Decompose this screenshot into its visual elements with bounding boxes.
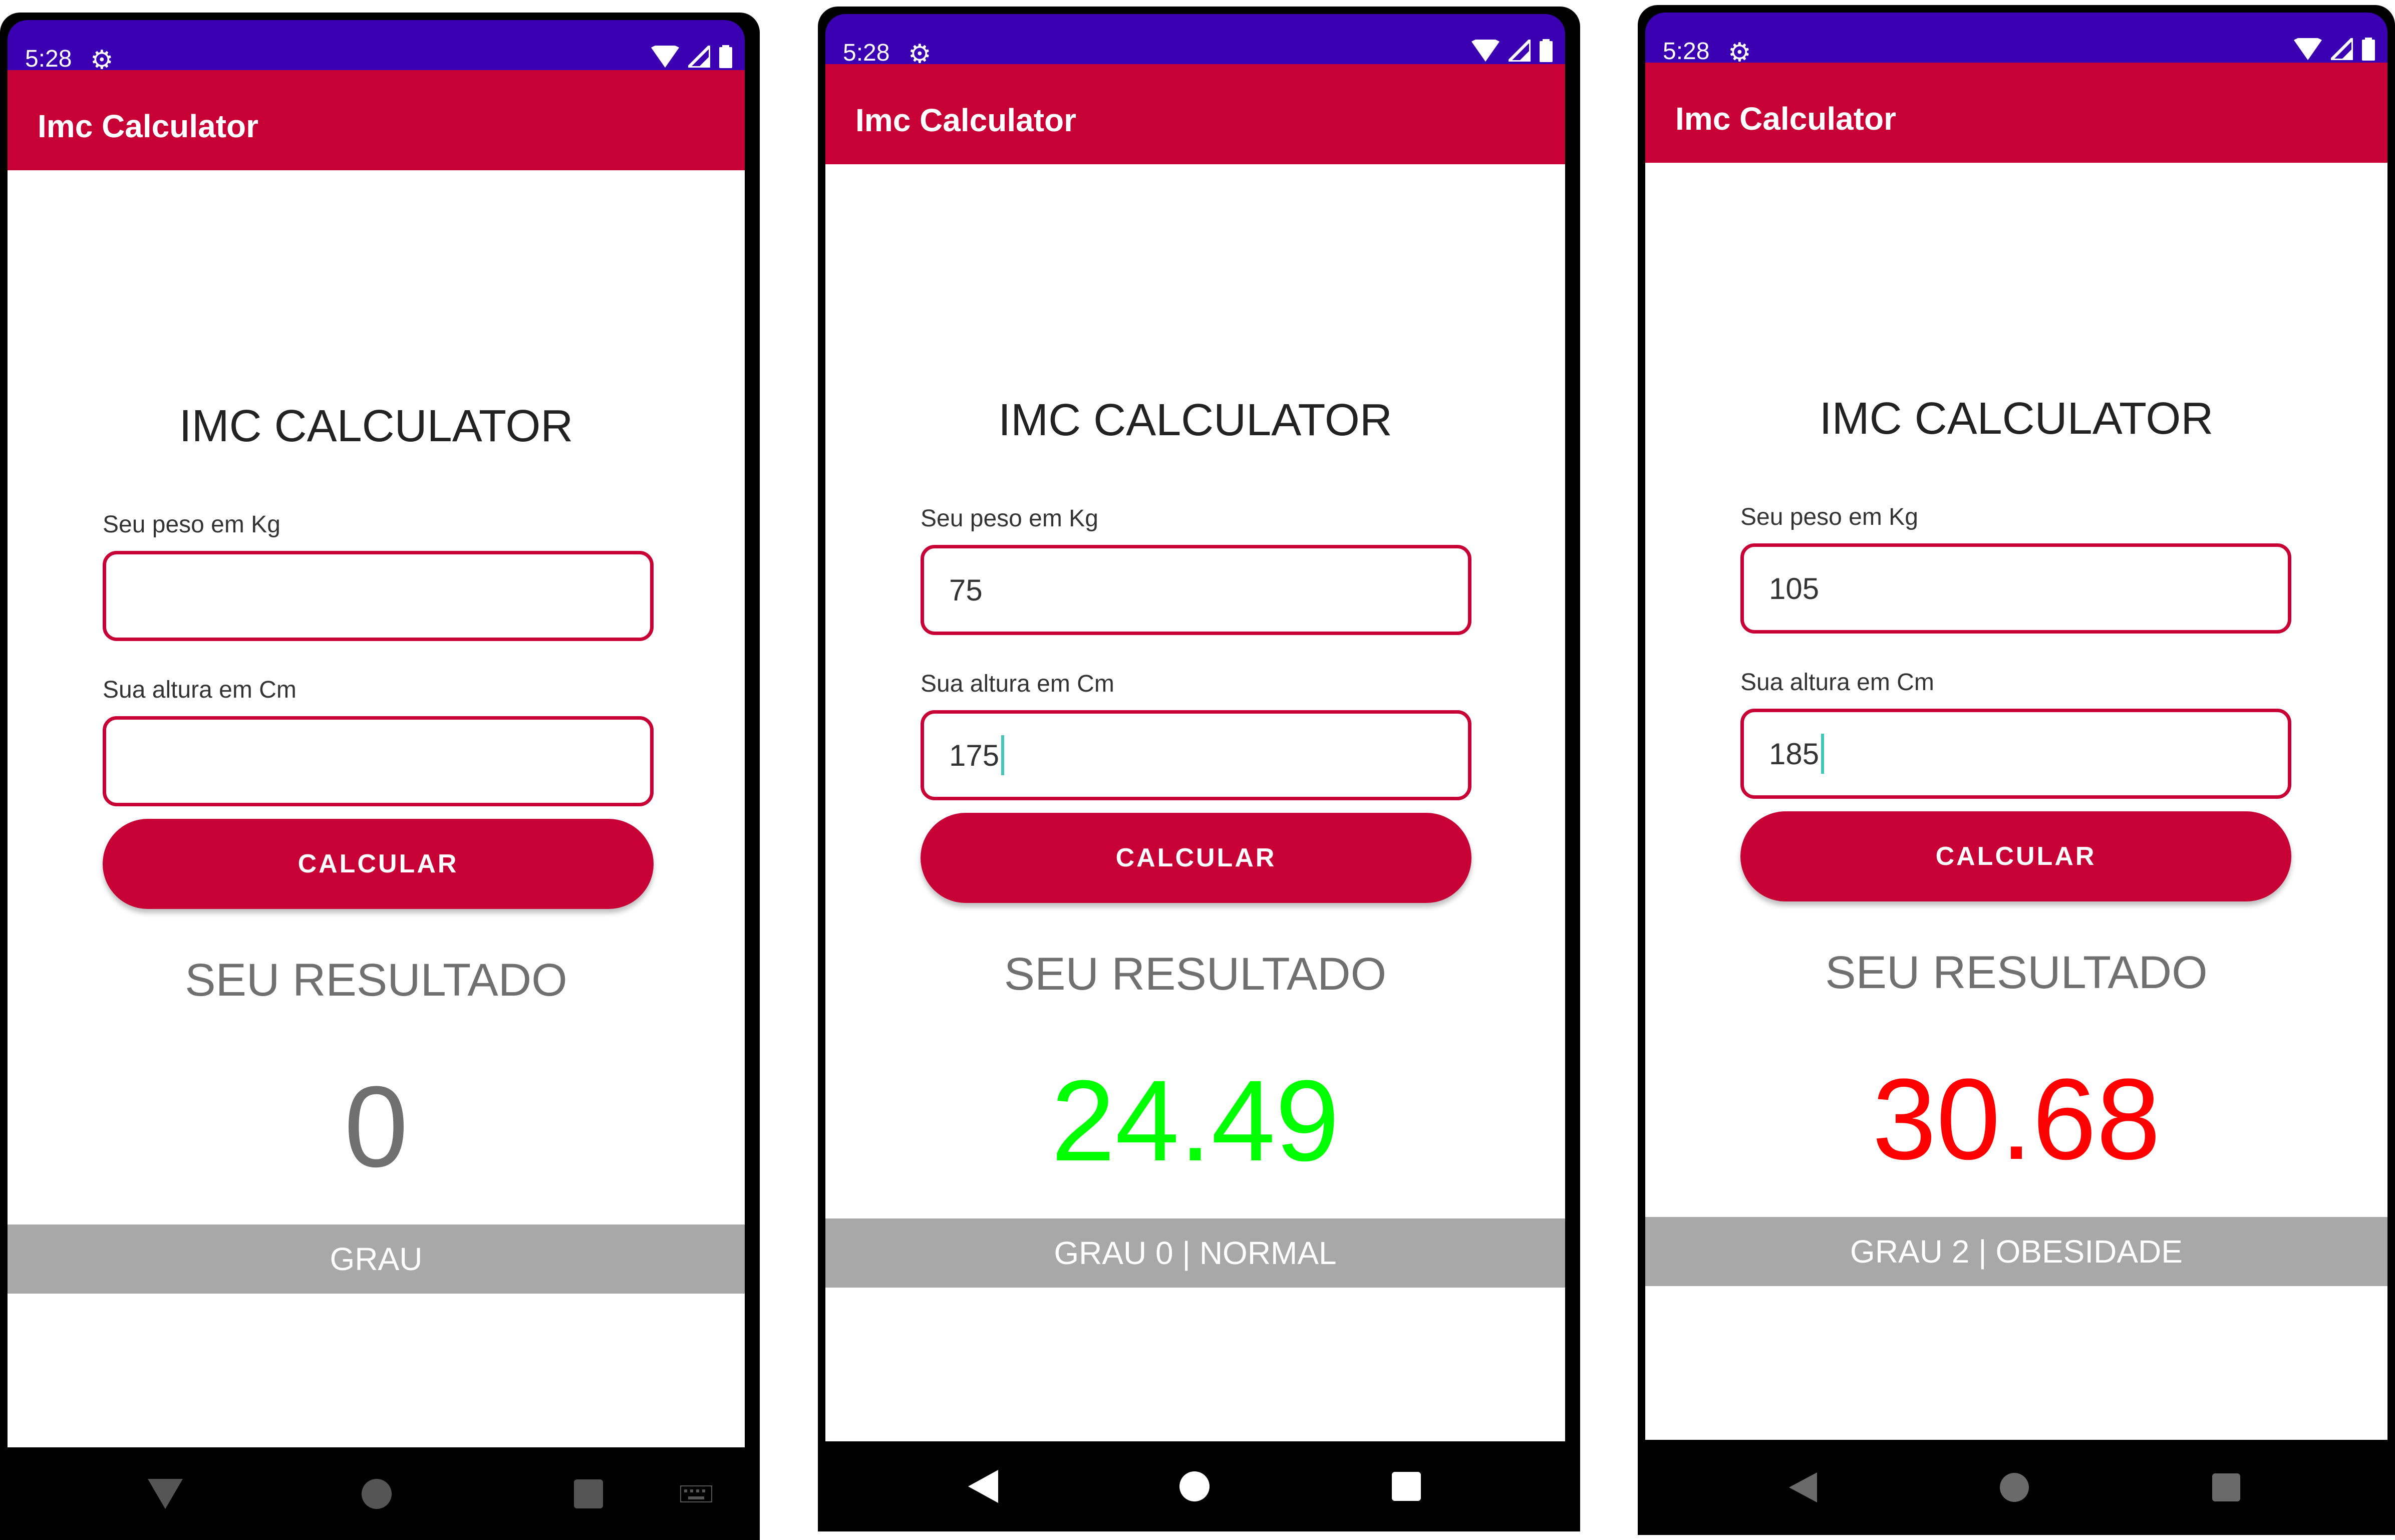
back-icon[interactable] [148, 1478, 183, 1509]
result-value: 24.49 [1051, 1056, 1340, 1185]
calcular-button[interactable]: CALCULAR [103, 819, 654, 909]
weight-label: Seu peso em Kg [1740, 504, 1918, 530]
main-content: IMC CALCULATOR Seu peso em Kg 105 Sua al… [1645, 163, 2387, 1440]
phone-screen-3: 5:28 ⚙ Imc Calculator IMC CALCULATOR Seu… [1638, 5, 2395, 1535]
result-value: 0 [344, 1062, 408, 1191]
app-title: Imc Calculator [38, 108, 259, 144]
wifi-icon [2294, 38, 2322, 60]
weight-input[interactable] [103, 551, 654, 641]
weight-value: 75 [949, 573, 983, 607]
weight-label: Seu peso em Kg [103, 511, 280, 538]
recents-icon[interactable] [2212, 1473, 2240, 1501]
signal-icon [1509, 40, 1531, 62]
battery-icon [2362, 38, 2375, 61]
grade-bar: GRAU 0 | NORMAL [825, 1218, 1565, 1288]
height-value: 185 [1769, 737, 1820, 771]
grade-bar: GRAU 2 | OBESIDADE [1645, 1217, 2387, 1286]
calcular-button[interactable]: CALCULAR [1740, 811, 2291, 901]
status-bar: 5:28 ⚙ [8, 20, 745, 75]
keyboard-icon[interactable] [680, 1485, 712, 1502]
grade-bar: GRAU [8, 1224, 745, 1294]
status-icons [651, 45, 732, 68]
battery-icon [719, 45, 732, 68]
app-bar: Imc Calculator [1645, 63, 2387, 163]
status-time: 5:28 [843, 40, 890, 66]
signal-icon [688, 46, 710, 68]
app-title: Imc Calculator [855, 102, 1077, 138]
status-bar: 5:28 ⚙ [825, 14, 1565, 69]
result-label: SEU RESULTADO [1004, 949, 1387, 1000]
result-value: 30.68 [1872, 1055, 2161, 1183]
height-value: 175 [949, 738, 1000, 772]
page-heading: IMC CALCULATOR [1819, 394, 2214, 444]
weight-input[interactable]: 105 [1740, 543, 2291, 634]
height-input[interactable] [103, 716, 654, 806]
weight-label: Seu peso em Kg [921, 505, 1098, 532]
nav-bar [0, 1447, 760, 1540]
weight-input[interactable]: 75 [921, 545, 1471, 635]
app-bar: Imc Calculator [825, 64, 1565, 164]
battery-icon [1540, 39, 1553, 62]
status-icons [1471, 39, 1553, 62]
result-label: SEU RESULTADO [1825, 947, 2208, 998]
main-content: IMC CALCULATOR Seu peso em Kg Sua altura… [8, 170, 745, 1447]
recents-icon[interactable] [574, 1479, 603, 1508]
result-label: SEU RESULTADO [185, 955, 567, 1006]
status-icons [2294, 38, 2375, 61]
page-heading: IMC CALCULATOR [998, 395, 1392, 445]
phone-screen-1: 5:28 ⚙ Imc Calculator IMC CALCULATOR Seu… [0, 13, 760, 1540]
calcular-button[interactable]: CALCULAR [921, 813, 1471, 903]
back-icon[interactable] [1789, 1472, 1817, 1502]
home-icon[interactable] [1179, 1471, 1210, 1501]
phone-screen-2: 5:28 ⚙ Imc Calculator IMC CALCULATOR Seu… [818, 7, 1580, 1531]
recents-icon[interactable] [1392, 1472, 1421, 1501]
wifi-icon [651, 46, 679, 68]
height-label: Sua altura em Cm [921, 671, 1114, 697]
back-icon[interactable] [968, 1470, 998, 1503]
app-bar: Imc Calculator [8, 70, 745, 170]
height-input[interactable]: 175 [921, 710, 1471, 800]
status-bar: 5:28 ⚙ [1645, 13, 2387, 67]
height-input[interactable]: 185 [1740, 709, 2291, 799]
weight-value: 105 [1769, 571, 1820, 605]
nav-bar [818, 1441, 1580, 1531]
height-label: Sua altura em Cm [1740, 669, 1934, 696]
text-cursor [1821, 734, 1825, 774]
status-time: 5:28 [1663, 38, 1710, 65]
status-time: 5:28 [25, 46, 72, 72]
text-cursor [1001, 735, 1005, 775]
page-heading: IMC CALCULATOR [179, 401, 573, 451]
nav-bar [1638, 1440, 2395, 1535]
signal-icon [2331, 38, 2353, 60]
main-content: IMC CALCULATOR Seu peso em Kg 75 Sua alt… [825, 164, 1565, 1441]
wifi-icon [1471, 40, 1500, 62]
home-icon[interactable] [362, 1478, 392, 1509]
app-title: Imc Calculator [1675, 101, 1897, 137]
height-label: Sua altura em Cm [103, 677, 296, 703]
home-icon[interactable] [2000, 1473, 2029, 1502]
